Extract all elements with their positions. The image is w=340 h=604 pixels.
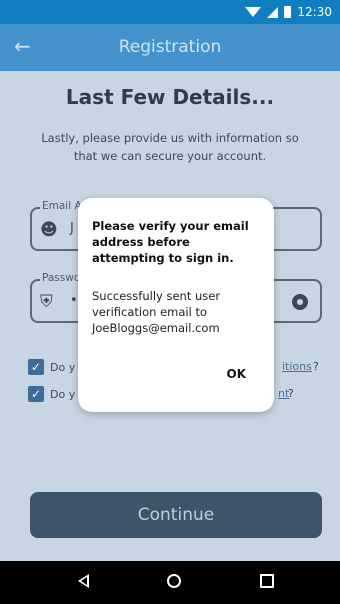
privacy-checkbox-label: Do y <box>50 387 76 401</box>
ok-button[interactable]: OK <box>227 367 247 381</box>
terms-checkbox[interactable]: ✓ <box>28 359 44 375</box>
terms-checkbox-row[interactable]: ✓ Do y <box>28 357 75 377</box>
app-title: Registration <box>118 37 222 57</box>
page-subtitle: Lastly, please provide us with informati… <box>41 131 299 163</box>
nav-recents-icon[interactable] <box>260 574 274 588</box>
nav-home-icon[interactable] <box>167 574 181 588</box>
terms-link[interactable]: itions <box>282 360 312 373</box>
wifi-icon <box>245 7 262 17</box>
nav-bar <box>0 561 340 604</box>
privacy-question-mark: ? <box>288 387 294 400</box>
nav-back-icon[interactable] <box>78 574 89 588</box>
battery-icon <box>284 6 292 18</box>
privacy-checkbox[interactable]: ✓ <box>28 386 44 402</box>
eye-icon[interactable] <box>292 294 308 310</box>
email-field-value: J <box>70 221 74 236</box>
status-bar: 12:30 <box>0 0 340 24</box>
dialog-title: Please verify your email address before … <box>92 219 249 265</box>
verify-email-dialog: Please verify your email address before … <box>78 198 274 412</box>
person-circle-icon: ☻ <box>40 220 58 240</box>
app-bar: ← Registration <box>0 24 340 71</box>
password-field-value: • <box>70 293 78 308</box>
dialog-message: Successfully sent user verification emai… <box>92 289 221 335</box>
continue-button[interactable]: Continue <box>30 492 322 538</box>
status-time: 12:30 <box>297 5 332 19</box>
terms-question-mark: ? <box>313 360 319 373</box>
terms-checkbox-label: Do y <box>50 360 76 374</box>
privacy-checkbox-row[interactable]: ✓ Do y <box>28 384 75 404</box>
shield-icon: ⛨ <box>40 292 53 312</box>
password-field-label: Passwo <box>40 272 83 284</box>
page-title: Last Few Details... <box>65 85 275 109</box>
signal-icon <box>267 6 279 18</box>
